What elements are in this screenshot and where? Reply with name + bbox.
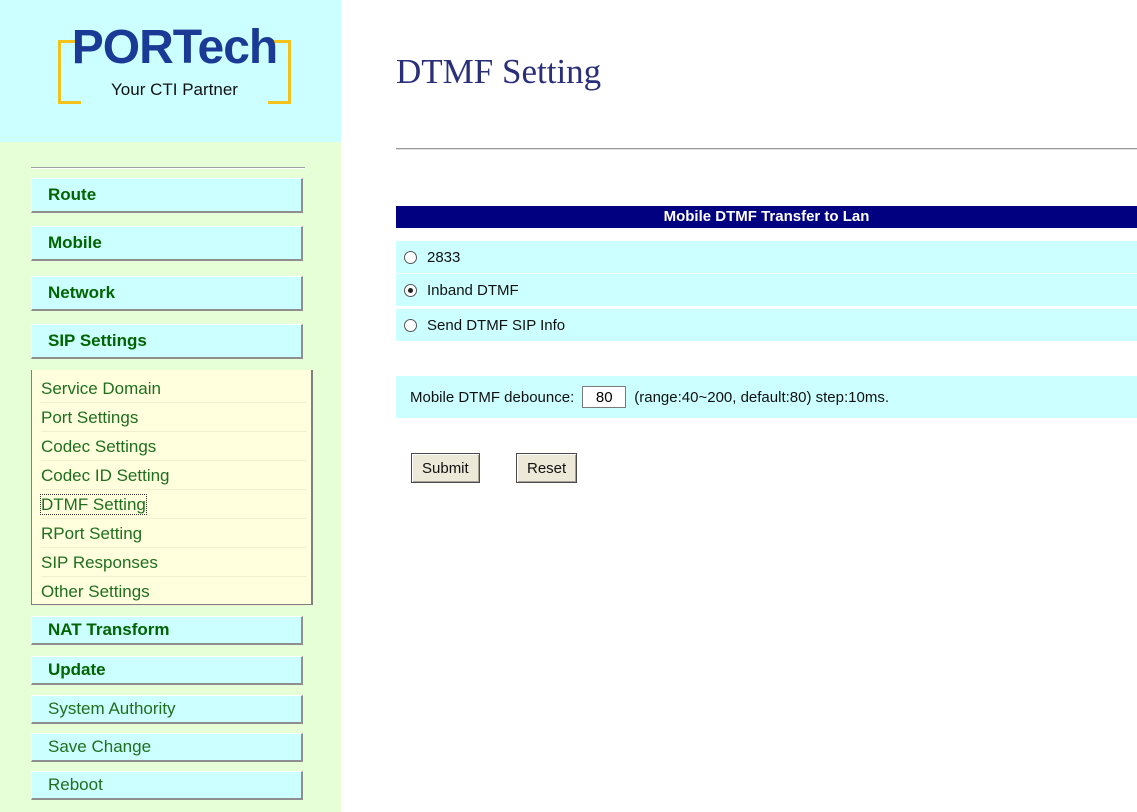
logo-tagline: Your CTI Partner [111,80,238,99]
submenu-label: Other Settings [41,582,150,601]
sip-settings-submenu: Service Domain Port Settings Codec Setti… [31,370,313,606]
menu-reboot[interactable]: Reboot [31,771,303,800]
submenu-port-settings[interactable]: Port Settings [41,403,306,432]
reset-button[interactable]: Reset [516,453,578,483]
logo-area: PORTech Your CTI Partner [0,0,341,142]
submenu-label: Codec ID Setting [41,466,170,485]
option-row-sip-info[interactable]: Send DTMF SIP Info [396,309,1137,341]
page-title: DTMF Setting [396,52,602,91]
portech-logo: PORTech Your CTI Partner [58,21,291,108]
sidebar: PORTech Your CTI Partner Route Mobile Ne… [0,0,341,812]
radio-inband-dtmf[interactable] [404,283,417,297]
submenu-codec-id-setting[interactable]: Codec ID Setting [41,461,306,490]
submenu-label: DTMF Setting [40,494,147,515]
debounce-input[interactable] [582,386,627,408]
menu-mobile[interactable]: Mobile [31,226,303,261]
submenu-codec-settings[interactable]: Codec Settings [41,432,306,461]
submenu-other-settings[interactable]: Other Settings [41,577,306,606]
submit-button[interactable]: Submit [411,453,480,483]
submenu-sip-responses[interactable]: SIP Responses [41,548,306,577]
title-divider [396,148,1137,150]
submenu-rport-setting[interactable]: RPort Setting [41,519,306,548]
submenu-label: Port Settings [41,408,139,427]
option-row-2833[interactable]: 2833 [396,241,1137,273]
menu-update[interactable]: Update [31,656,303,685]
section-header: Mobile DTMF Transfer to Lan [396,206,1137,228]
menu-nat-transform[interactable]: NAT Transform [31,616,303,645]
menu-divider [31,167,305,169]
radio-2833[interactable] [404,250,417,264]
submenu-label: RPort Setting [41,524,143,543]
submenu-service-domain[interactable]: Service Domain [41,374,306,403]
radio-send-dtmf-sip-info[interactable] [404,318,417,332]
menu-sip-settings[interactable]: SIP Settings [31,324,303,359]
menu-system-authority[interactable]: System Authority [31,695,303,724]
debounce-row: Mobile DTMF debounce: (range:40~200, def… [396,376,1137,418]
debounce-label: Mobile DTMF debounce: [410,388,575,406]
menu-network[interactable]: Network [31,276,303,311]
option-row-inband[interactable]: Inband DTMF [396,274,1137,306]
submenu-label: Service Domain [41,379,161,398]
menu-route[interactable]: Route [31,178,303,213]
submenu-label: SIP Responses [41,553,158,572]
submenu-dtmf-setting[interactable]: DTMF Setting [40,490,306,519]
option-label-2833: 2833 [427,248,461,266]
option-label-sip-info: Send DTMF SIP Info [427,316,566,334]
debounce-hint: (range:40~200, default:80) step:10ms. [634,388,890,406]
option-label-inband: Inband DTMF [427,281,519,299]
submenu-label: Codec Settings [41,437,157,456]
menu-save-change[interactable]: Save Change [31,733,303,762]
logo-brand: PORTech [71,21,278,74]
